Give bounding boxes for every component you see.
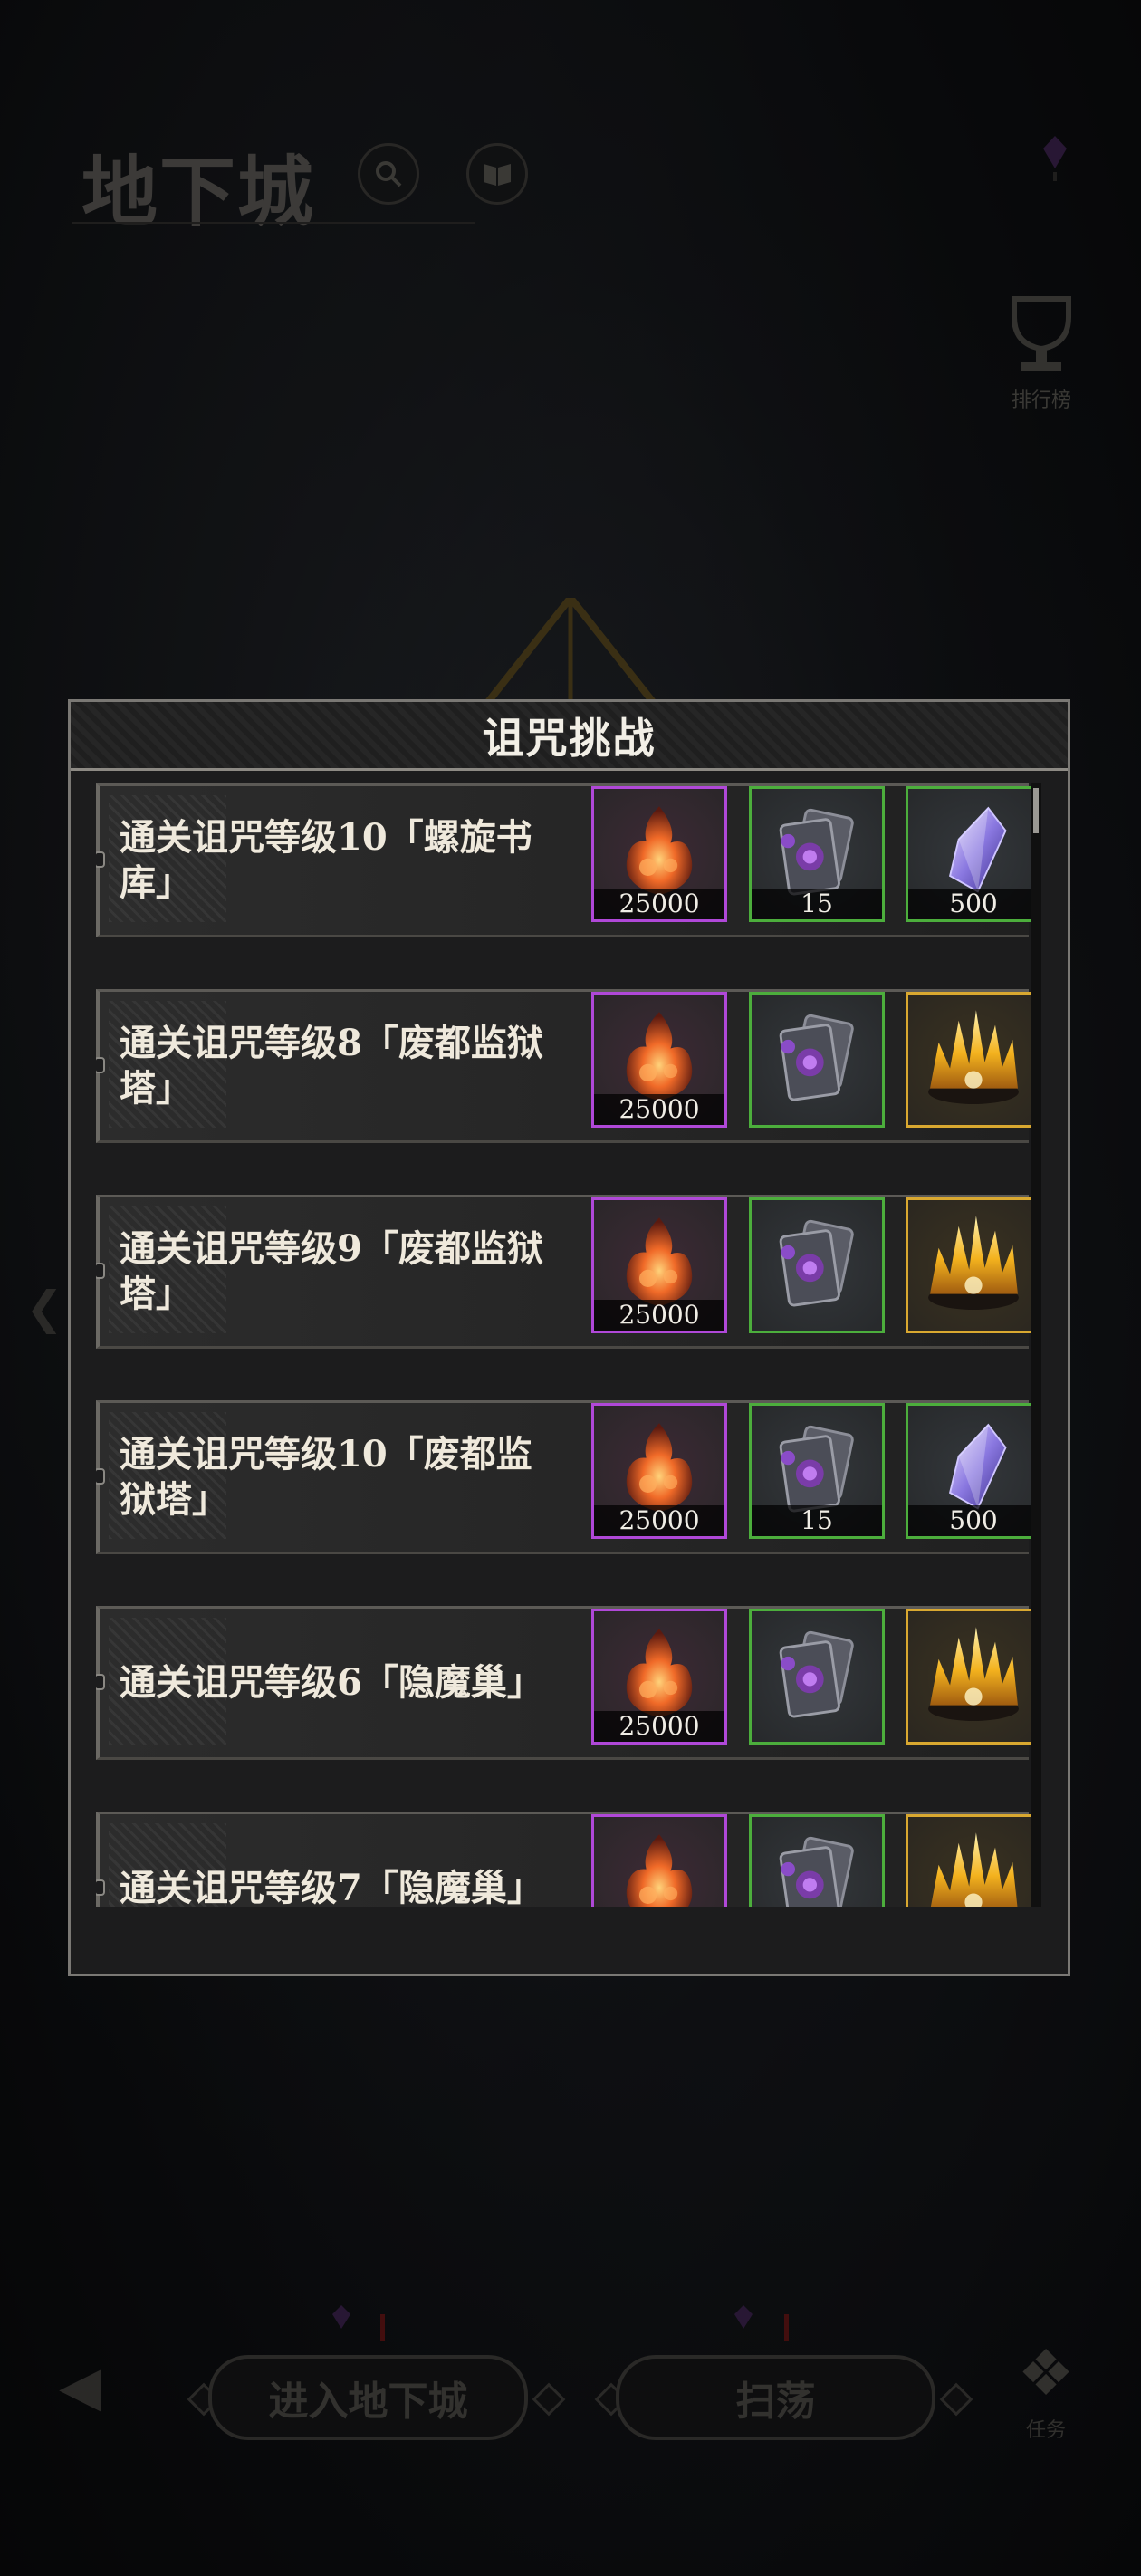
challenge-list[interactable]: 通关诅咒等级10「螺旋书库」 25000 15 500 通关诅咒等级8「废都监狱塔」 25… [96,774,1038,1907]
reward-count: 25000 [594,1711,724,1742]
flame-crown-icon [928,1216,1019,1310]
flame-crown-icon [930,1832,1018,1907]
challenge-row: 通关诅咒等级10「螺旋书库」 25000 15 500 [96,783,1038,937]
reward-slot-flame-crown[interactable] [906,1197,1038,1333]
row-marker [96,1057,105,1073]
challenge-row: 通关诅咒等级10「废都监狱塔」 25000 15 500 [96,1400,1038,1554]
reward-count: 500 [908,889,1038,919]
reward-count: 25000 [594,1094,724,1125]
challenge-description: 通关诅咒等级7「隐魔巢」 [120,1867,543,1907]
cards-icon [779,1014,854,1101]
challenge-description: 通关诅咒等级8「废都监狱塔」 [120,1022,543,1110]
reward-count: 15 [752,1505,882,1536]
curse-challenge-modal: 诅咒挑战 通关诅咒等级10「螺旋书库」 25000 15 500 通关诅咒等级8「废都监… [68,699,1070,1976]
challenge-row: 通关诅咒等级7「隐魔巢」 [96,1812,1038,1907]
cards-icon [779,1836,854,1907]
reward-slot-flame-crown[interactable] [906,992,1038,1128]
scrollbar-thumb[interactable] [1033,788,1039,833]
row-marker [96,1468,105,1485]
reward-slot-fire[interactable]: 25000 [591,1197,727,1333]
reward-slot-cards[interactable]: 15 [749,786,885,922]
reward-count: 500 [908,1505,1038,1536]
challenge-description: 通关诅咒等级10「螺旋书库」 [120,816,532,904]
reward-slot-fire[interactable]: 25000 [591,786,727,922]
fire-icon [626,1834,693,1907]
reward-slot-flame-crown[interactable] [906,1814,1038,1907]
row-marker [96,1674,105,1690]
reward-count: 25000 [594,1300,724,1331]
reward-slot-cards[interactable] [749,992,885,1128]
challenge-row: 通关诅咒等级6「隐魔巢」 25000 [96,1606,1038,1760]
reward-slot-crystal[interactable]: 500 [906,786,1038,922]
reward-slot-cards[interactable] [749,1609,885,1745]
flame-crown-icon [928,1627,1019,1721]
reward-count: 25000 [594,1505,724,1536]
challenge-description: 通关诅咒等级9「废都监狱塔」 [120,1227,543,1315]
scrollbar-track[interactable] [1031,783,1041,1907]
challenge-row: 通关诅咒等级9「废都监狱塔」 25000 [96,1195,1038,1349]
reward-slot-fire[interactable]: 25000 [591,1609,727,1745]
row-marker [96,1263,105,1279]
challenge-description: 通关诅咒等级6「隐魔巢」 [120,1661,543,1704]
reward-slot-flame-crown[interactable] [906,1609,1038,1745]
cards-icon [779,1219,854,1307]
reward-slot-fire[interactable] [591,1814,727,1907]
reward-slot-fire[interactable]: 25000 [591,1403,727,1539]
reward-slot-cards[interactable] [749,1814,885,1907]
reward-slot-cards[interactable]: 15 [749,1403,885,1539]
reward-slot-crystal[interactable]: 500 [906,1403,1038,1539]
reward-count: 15 [752,889,882,919]
modal-header: 诅咒挑战 [71,702,1068,771]
row-marker [96,1879,105,1896]
row-marker [96,851,105,868]
reward-slot-fire[interactable]: 25000 [591,992,727,1128]
challenge-description: 通关诅咒等级10「废都监狱塔」 [120,1433,532,1521]
modal-title: 诅咒挑战 [482,713,657,763]
flame-crown-icon [928,1010,1019,1104]
reward-count: 25000 [594,889,724,919]
reward-slot-cards[interactable] [749,1197,885,1333]
cards-icon [779,1630,854,1718]
challenge-row: 通关诅咒等级8「废都监狱塔」 25000 [96,989,1038,1143]
